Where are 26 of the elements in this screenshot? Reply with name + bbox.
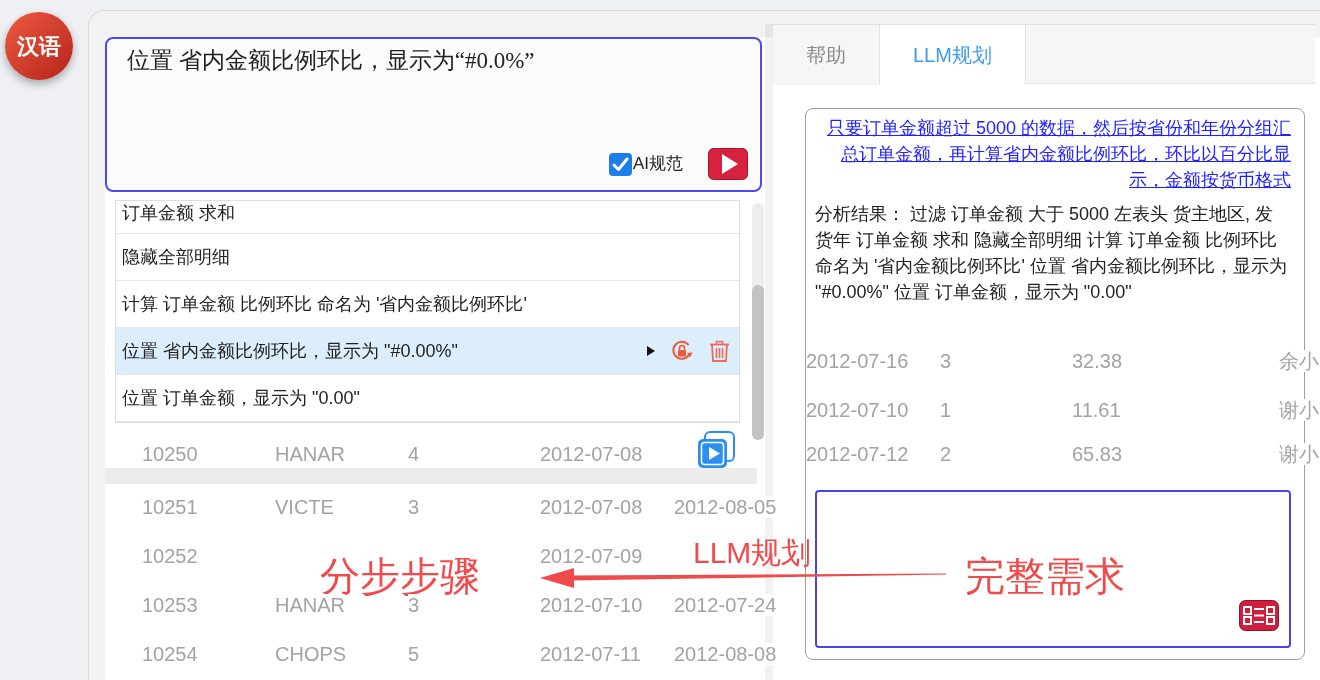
requirement-link[interactable]: 只要订单金额超过 5000 的数据，然后按省份和年份分组汇总订单金额，再计算省内金额比例环比，环比以百分比显示，金额按货币格式 bbox=[815, 115, 1291, 193]
table-cell: 谢小 bbox=[1279, 443, 1319, 465]
language-button[interactable]: 汉语 bbox=[5, 12, 73, 80]
table-cell: 谢小 bbox=[1279, 398, 1319, 421]
table-cell: 2012-07-24 bbox=[674, 593, 777, 616]
annotation-label: 分步步骤 bbox=[320, 556, 480, 596]
lock-cycle-icon[interactable] bbox=[671, 340, 693, 362]
caret-right-icon[interactable] bbox=[647, 346, 655, 356]
checkbox-label: AI规范 bbox=[632, 153, 683, 176]
table-cell: 2012-08-05 bbox=[674, 495, 777, 518]
annotation-label: LLM规划 bbox=[693, 538, 812, 568]
trash-icon[interactable] bbox=[709, 340, 730, 362]
checkbox[interactable] bbox=[608, 152, 632, 176]
requirement-input[interactable] bbox=[815, 490, 1291, 648]
scrollbar-track[interactable] bbox=[752, 203, 764, 440]
play-icon[interactable] bbox=[697, 431, 735, 469]
analysis-text: 分析结果： 过滤 订单金额 大于 5000 左表头 货主地区, 发货年 订单金额 求和 隐藏全部明细 计算 订单金额 比例环比命名为 '省内金额比例环比' 位置 省内金额比例环比，显示为 "#0.00%" 位置 订单金额，显示为 "0.00" bbox=[815, 203, 1288, 304]
list-icon[interactable] bbox=[1239, 600, 1279, 631]
scrollbar-thumb[interactable] bbox=[752, 285, 764, 440]
step-item[interactable]: 位置 省内金额比例环比，显示为 "#0.00%" bbox=[116, 328, 739, 375]
annotation-label: 完整需求 bbox=[965, 556, 1125, 596]
table-cell: 2012-08-08 bbox=[674, 642, 777, 665]
step-item[interactable]: 订单金额 求和 bbox=[116, 201, 739, 234]
command-input[interactable]: 位置 省内金额比例环比，显示为“#0.0%” AI规范 bbox=[105, 37, 762, 192]
play-icon[interactable] bbox=[708, 148, 748, 180]
table-cell: 余小 bbox=[1279, 349, 1319, 372]
